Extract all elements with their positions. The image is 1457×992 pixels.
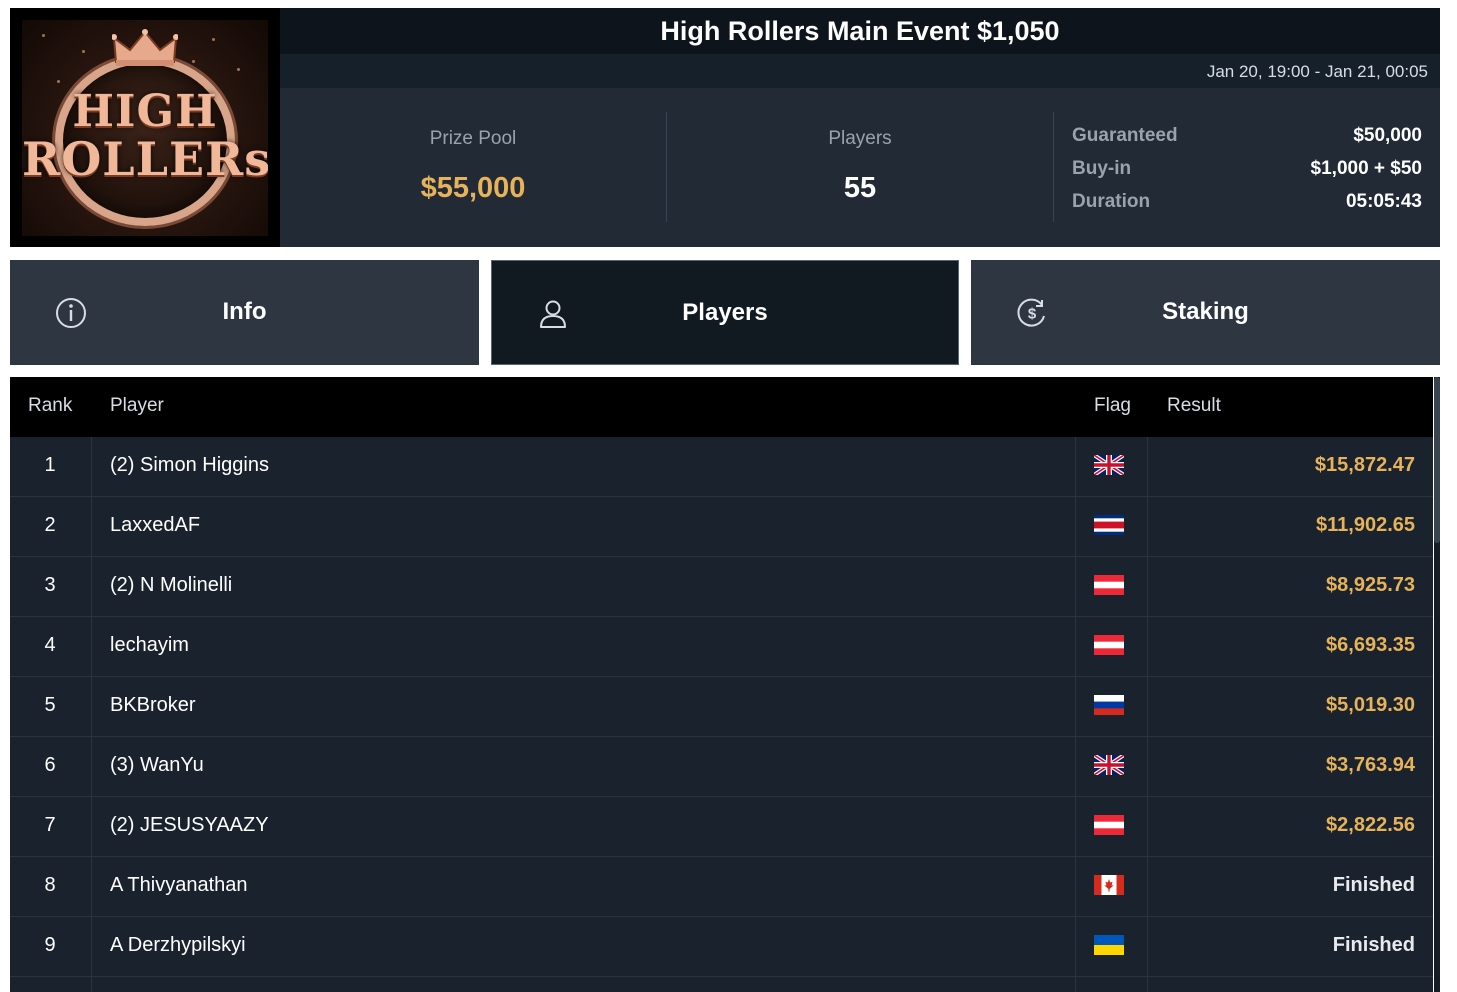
column-header-result[interactable]: Result [1167, 395, 1221, 417]
tab-info[interactable]: Info [10, 260, 479, 365]
rank-cell: 8 [44, 874, 56, 896]
flag-at-icon [1094, 575, 1124, 595]
flag-gb-icon [1092, 753, 1126, 777]
flag-ca-icon [1094, 875, 1124, 895]
player-name-cell[interactable]: (2) N Molinelli [110, 574, 232, 597]
duration-row: Duration 05:05:43 [1072, 191, 1422, 221]
player-name-cell[interactable]: (2) JESUSYAAZY [110, 814, 269, 837]
title-bar: High Rollers Main Event $1,050 [280, 8, 1440, 54]
rank-cell: 6 [44, 754, 56, 776]
buyin-label: Buy-in [1072, 158, 1132, 179]
result-cell: $8,925.73 [1326, 574, 1415, 596]
players-count-label: Players [828, 128, 892, 149]
table-row[interactable]: 9 A Derzhypilskyi Finished [10, 917, 1433, 977]
table-scrollbar[interactable] [1434, 377, 1440, 992]
logo-text-line2: ROLLERs [22, 132, 268, 186]
tournament-title: High Rollers Main Event $1,050 [660, 16, 1060, 46]
tournament-date-range: Jan 20, 19:00 - Jan 21, 00:05 [1206, 62, 1428, 81]
flag-at-icon [1094, 635, 1124, 655]
result-cell: Finished [1332, 934, 1415, 956]
player-name-cell[interactable]: LaxxedAF [110, 514, 200, 537]
player-name-cell[interactable]: (2) Simon Higgins [110, 454, 269, 477]
tab-staking[interactable]: $ Staking [971, 260, 1440, 365]
duration-label: Duration [1072, 191, 1151, 212]
player-name-cell[interactable]: A Thivyanathan [110, 874, 248, 897]
rank-cell: 5 [44, 694, 56, 716]
tournament-header: HIGH ROLLERs High Rollers Main Event $1,… [10, 8, 1440, 247]
flag-gb-icon [1092, 453, 1126, 477]
guaranteed-value: $50,000 [1353, 125, 1422, 146]
table-row[interactable]: 7 (2) JESUSYAAZY $2,822.56 [10, 797, 1433, 857]
rank-cell: 1 [44, 454, 56, 476]
flag-cr-icon [1094, 515, 1124, 535]
column-header-player[interactable]: Player [110, 395, 164, 417]
result-cell: $15,872.47 [1314, 454, 1415, 476]
tournament-details: Guaranteed $50,000 Buy-in $1,000 + $50 D… [1072, 88, 1422, 247]
rank-cell: 7 [44, 814, 56, 836]
player-name-cell[interactable]: (3) WanYu [110, 754, 204, 777]
flag-ru-icon [1094, 695, 1124, 715]
guaranteed-label: Guaranteed [1072, 125, 1178, 146]
logo-text-line1: HIGH [72, 86, 218, 137]
table-header: Rank Player Flag Result [10, 377, 1433, 437]
rank-cell: 3 [44, 574, 56, 596]
prize-pool-stat: Prize Pool $55,000 [280, 88, 666, 247]
player-name-cell[interactable]: lechayim [110, 634, 189, 657]
scrollbar-thumb[interactable] [1434, 377, 1440, 543]
date-bar: Jan 20, 19:00 - Jan 21, 00:05 [280, 54, 1440, 88]
table-row[interactable]: 1 (2) Simon Higgins $15,872.47 [10, 437, 1433, 497]
player-name-cell[interactable]: A Derzhypilskyi [110, 934, 246, 957]
duration-value: 05:05:43 [1345, 191, 1422, 212]
table-row[interactable]: 6 (3) WanYu $3,763.94 [10, 737, 1433, 797]
prize-pool-label: Prize Pool [429, 128, 517, 149]
tab-staking-label: Staking [1162, 298, 1249, 325]
flag-at-icon [1094, 815, 1124, 835]
stats-divider [1053, 112, 1054, 222]
players-table: Rank Player Flag Result 1 (2) Simon Higgi… [10, 377, 1433, 992]
buyin-value: $1,000 + $50 [1310, 158, 1422, 179]
result-cell: $11,902.65 [1316, 514, 1415, 536]
tab-players-label: Players [682, 299, 768, 326]
result-cell: $2,822.56 [1326, 814, 1415, 836]
result-cell: $3,763.94 [1326, 754, 1415, 776]
tab-info-label: Info [222, 298, 267, 325]
player-name-cell[interactable]: BKBroker [110, 694, 196, 717]
rank-cell: 9 [44, 934, 56, 956]
players-stat: Players 55 [666, 88, 1054, 247]
column-header-flag[interactable]: Flag [1094, 395, 1131, 417]
logo-image: HIGH ROLLERs [22, 20, 268, 236]
tournament-stats: Prize Pool $55,000 Players 55 Guaranteed… [280, 88, 1440, 247]
table-row[interactable]: 3 (2) N Molinelli $8,925.73 [10, 557, 1433, 617]
result-cell: $6,693.35 [1326, 634, 1415, 656]
buyin-row: Buy-in $1,000 + $50 [1072, 158, 1422, 188]
rank-cell: 4 [44, 634, 56, 656]
result-cell: Finished [1332, 874, 1415, 896]
table-row[interactable]: 8 A Thivyanathan Finished [10, 857, 1433, 917]
table-row[interactable]: 5 BKBroker $5,019.30 [10, 677, 1433, 737]
flag-ua-icon [1094, 935, 1124, 955]
column-header-rank[interactable]: Rank [28, 395, 72, 417]
prize-pool-value: $55,000 [420, 172, 526, 204]
crown-icon [112, 29, 178, 66]
tab-players[interactable]: Players [491, 260, 959, 365]
players-count-value: 55 [843, 172, 877, 204]
rank-cell: 2 [44, 514, 56, 536]
result-cell: $5,019.30 [1326, 694, 1415, 716]
guaranteed-row: Guaranteed $50,000 [1072, 125, 1422, 155]
table-row[interactable]: 4 lechayim $6,693.35 [10, 617, 1433, 677]
table-row[interactable]: 2 LaxxedAF $11,902.65 [10, 497, 1433, 557]
tournament-logo: HIGH ROLLERs [10, 8, 280, 247]
